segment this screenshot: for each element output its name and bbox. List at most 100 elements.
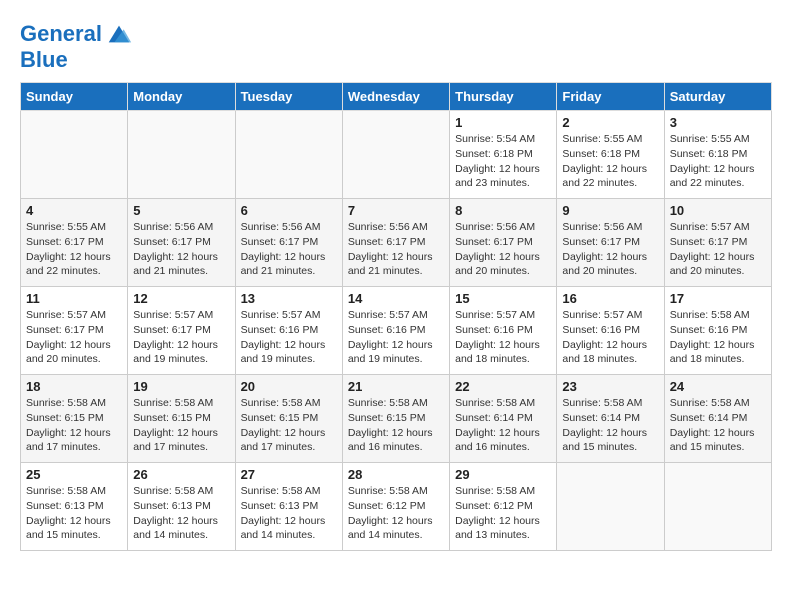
- week-row-3: 11 Sunrise: 5:57 AMSunset: 6:17 PMDayligh…: [21, 287, 772, 375]
- day-info: Sunrise: 5:56 AMSunset: 6:17 PMDaylight:…: [562, 220, 658, 279]
- col-header-saturday: Saturday: [664, 83, 771, 111]
- day-number: 13: [241, 291, 337, 306]
- calendar-cell: [557, 463, 664, 551]
- calendar-cell: 12 Sunrise: 5:57 AMSunset: 6:17 PMDayligh…: [128, 287, 235, 375]
- day-number: 6: [241, 203, 337, 218]
- day-info: Sunrise: 5:55 AMSunset: 6:18 PMDaylight:…: [562, 132, 658, 191]
- day-number: 5: [133, 203, 229, 218]
- calendar-cell: 10 Sunrise: 5:57 AMSunset: 6:17 PMDayligh…: [664, 199, 771, 287]
- week-row-5: 25 Sunrise: 5:58 AMSunset: 6:13 PMDayligh…: [21, 463, 772, 551]
- day-number: 20: [241, 379, 337, 394]
- day-info: Sunrise: 5:58 AMSunset: 6:15 PMDaylight:…: [133, 396, 229, 455]
- calendar-cell: [342, 111, 449, 199]
- day-info: Sunrise: 5:58 AMSunset: 6:12 PMDaylight:…: [348, 484, 444, 543]
- day-info: Sunrise: 5:58 AMSunset: 6:13 PMDaylight:…: [26, 484, 122, 543]
- calendar-cell: 11 Sunrise: 5:57 AMSunset: 6:17 PMDayligh…: [21, 287, 128, 375]
- day-number: 22: [455, 379, 551, 394]
- calendar-cell: 6 Sunrise: 5:56 AMSunset: 6:17 PMDaylight…: [235, 199, 342, 287]
- week-row-4: 18 Sunrise: 5:58 AMSunset: 6:15 PMDayligh…: [21, 375, 772, 463]
- calendar-cell: 24 Sunrise: 5:58 AMSunset: 6:14 PMDayligh…: [664, 375, 771, 463]
- col-header-thursday: Thursday: [450, 83, 557, 111]
- day-number: 28: [348, 467, 444, 482]
- day-number: 16: [562, 291, 658, 306]
- day-number: 10: [670, 203, 766, 218]
- day-info: Sunrise: 5:57 AMSunset: 6:16 PMDaylight:…: [562, 308, 658, 367]
- day-number: 2: [562, 115, 658, 130]
- day-number: 21: [348, 379, 444, 394]
- day-info: Sunrise: 5:58 AMSunset: 6:15 PMDaylight:…: [241, 396, 337, 455]
- calendar-cell: [128, 111, 235, 199]
- day-number: 19: [133, 379, 229, 394]
- day-info: Sunrise: 5:56 AMSunset: 6:17 PMDaylight:…: [348, 220, 444, 279]
- calendar-cell: [664, 463, 771, 551]
- day-info: Sunrise: 5:55 AMSunset: 6:17 PMDaylight:…: [26, 220, 122, 279]
- day-number: 29: [455, 467, 551, 482]
- logo-text-blue: Blue: [20, 48, 133, 72]
- day-info: Sunrise: 5:57 AMSunset: 6:16 PMDaylight:…: [241, 308, 337, 367]
- day-info: Sunrise: 5:54 AMSunset: 6:18 PMDaylight:…: [455, 132, 551, 191]
- calendar-cell: 21Sunrise: 5:58 AMSunset: 6:15 PMDayligh…: [342, 375, 449, 463]
- calendar-cell: 7Sunrise: 5:56 AMSunset: 6:17 PMDaylight…: [342, 199, 449, 287]
- logo-icon: [105, 20, 133, 48]
- calendar-cell: 4 Sunrise: 5:55 AMSunset: 6:17 PMDaylight…: [21, 199, 128, 287]
- day-info: Sunrise: 5:57 AMSunset: 6:17 PMDaylight:…: [133, 308, 229, 367]
- day-number: 24: [670, 379, 766, 394]
- calendar-cell: 5 Sunrise: 5:56 AMSunset: 6:17 PMDaylight…: [128, 199, 235, 287]
- calendar-cell: 2 Sunrise: 5:55 AMSunset: 6:18 PMDaylight…: [557, 111, 664, 199]
- day-number: 12: [133, 291, 229, 306]
- day-number: 18: [26, 379, 122, 394]
- day-number: 9: [562, 203, 658, 218]
- day-info: Sunrise: 5:58 AMSunset: 6:14 PMDaylight:…: [670, 396, 766, 455]
- calendar-cell: 27 Sunrise: 5:58 AMSunset: 6:13 PMDayligh…: [235, 463, 342, 551]
- page-header: General Blue: [20, 20, 772, 72]
- day-number: 25: [26, 467, 122, 482]
- day-info: Sunrise: 5:58 AMSunset: 6:13 PMDaylight:…: [133, 484, 229, 543]
- calendar-cell: 20 Sunrise: 5:58 AMSunset: 6:15 PMDayligh…: [235, 375, 342, 463]
- week-row-1: 1 Sunrise: 5:54 AMSunset: 6:18 PMDaylight…: [21, 111, 772, 199]
- day-number: 14: [348, 291, 444, 306]
- day-info: Sunrise: 5:58 AMSunset: 6:12 PMDaylight:…: [455, 484, 551, 543]
- col-header-sunday: Sunday: [21, 83, 128, 111]
- day-number: 23: [562, 379, 658, 394]
- day-number: 27: [241, 467, 337, 482]
- calendar-cell: 13 Sunrise: 5:57 AMSunset: 6:16 PMDayligh…: [235, 287, 342, 375]
- calendar-cell: 17 Sunrise: 5:58 AMSunset: 6:16 PMDayligh…: [664, 287, 771, 375]
- calendar-cell: 16 Sunrise: 5:57 AMSunset: 6:16 PMDayligh…: [557, 287, 664, 375]
- calendar-cell: 8Sunrise: 5:56 AMSunset: 6:17 PMDaylight…: [450, 199, 557, 287]
- col-header-wednesday: Wednesday: [342, 83, 449, 111]
- day-number: 8: [455, 203, 551, 218]
- day-info: Sunrise: 5:57 AMSunset: 6:16 PMDaylight:…: [348, 308, 444, 367]
- calendar-cell: 25 Sunrise: 5:58 AMSunset: 6:13 PMDayligh…: [21, 463, 128, 551]
- day-info: Sunrise: 5:58 AMSunset: 6:14 PMDaylight:…: [455, 396, 551, 455]
- day-info: Sunrise: 5:56 AMSunset: 6:17 PMDaylight:…: [133, 220, 229, 279]
- day-info: Sunrise: 5:56 AMSunset: 6:17 PMDaylight:…: [241, 220, 337, 279]
- calendar-cell: 18 Sunrise: 5:58 AMSunset: 6:15 PMDayligh…: [21, 375, 128, 463]
- col-header-tuesday: Tuesday: [235, 83, 342, 111]
- day-number: 1: [455, 115, 551, 130]
- day-number: 4: [26, 203, 122, 218]
- calendar-cell: 22 Sunrise: 5:58 AMSunset: 6:14 PMDayligh…: [450, 375, 557, 463]
- day-info: Sunrise: 5:58 AMSunset: 6:16 PMDaylight:…: [670, 308, 766, 367]
- calendar-cell: 9 Sunrise: 5:56 AMSunset: 6:17 PMDaylight…: [557, 199, 664, 287]
- day-number: 11: [26, 291, 122, 306]
- col-header-friday: Friday: [557, 83, 664, 111]
- logo-text: General: [20, 22, 102, 46]
- calendar-cell: 1 Sunrise: 5:54 AMSunset: 6:18 PMDaylight…: [450, 111, 557, 199]
- week-row-2: 4 Sunrise: 5:55 AMSunset: 6:17 PMDaylight…: [21, 199, 772, 287]
- calendar-cell: 3Sunrise: 5:55 AMSunset: 6:18 PMDaylight…: [664, 111, 771, 199]
- logo: General Blue: [20, 20, 133, 72]
- day-number: 26: [133, 467, 229, 482]
- day-info: Sunrise: 5:58 AMSunset: 6:15 PMDaylight:…: [26, 396, 122, 455]
- day-info: Sunrise: 5:57 AMSunset: 6:17 PMDaylight:…: [26, 308, 122, 367]
- day-info: Sunrise: 5:57 AMSunset: 6:16 PMDaylight:…: [455, 308, 551, 367]
- calendar-cell: 15Sunrise: 5:57 AMSunset: 6:16 PMDayligh…: [450, 287, 557, 375]
- calendar-cell: 14 Sunrise: 5:57 AMSunset: 6:16 PMDayligh…: [342, 287, 449, 375]
- day-info: Sunrise: 5:58 AMSunset: 6:14 PMDaylight:…: [562, 396, 658, 455]
- day-number: 17: [670, 291, 766, 306]
- calendar-table: SundayMondayTuesdayWednesdayThursdayFrid…: [20, 82, 772, 551]
- day-info: Sunrise: 5:58 AMSunset: 6:13 PMDaylight:…: [241, 484, 337, 543]
- days-header-row: SundayMondayTuesdayWednesdayThursdayFrid…: [21, 83, 772, 111]
- calendar-cell: 19 Sunrise: 5:58 AMSunset: 6:15 PMDayligh…: [128, 375, 235, 463]
- day-info: Sunrise: 5:57 AMSunset: 6:17 PMDaylight:…: [670, 220, 766, 279]
- col-header-monday: Monday: [128, 83, 235, 111]
